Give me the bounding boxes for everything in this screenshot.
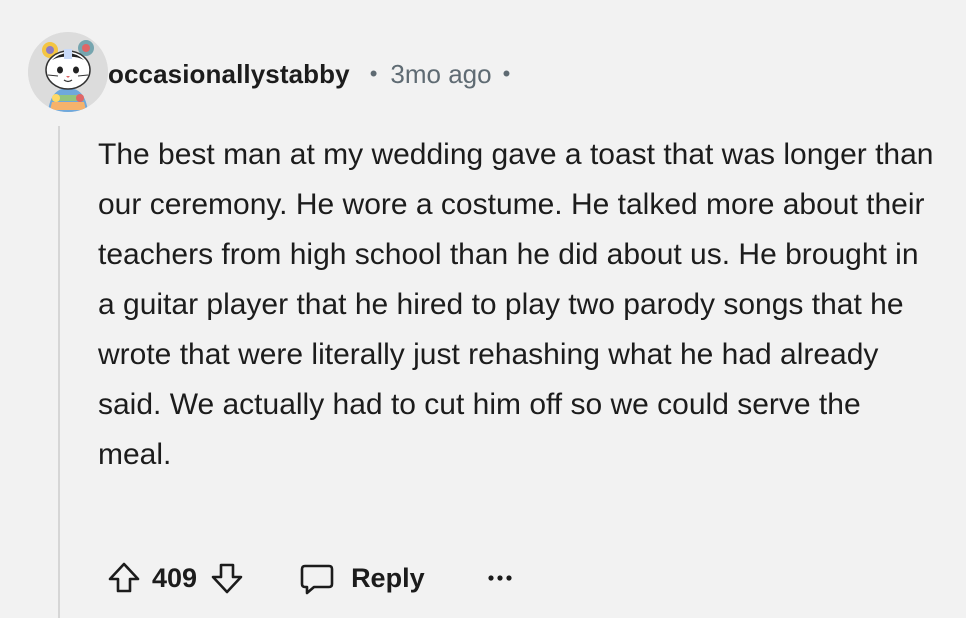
upvote-button[interactable] — [104, 558, 144, 598]
more-options-icon — [487, 575, 512, 581]
more-options-button[interactable] — [485, 568, 515, 588]
avatar[interactable] — [28, 32, 108, 112]
comment: occasionallystabby • 3mo ago • The best … — [0, 0, 966, 618]
downvote-button[interactable] — [207, 558, 247, 598]
vote-score: 409 — [152, 562, 198, 593]
comment-body: The best man at my wedding gave a toast … — [98, 138, 934, 471]
meta-separator: • — [369, 61, 378, 86]
username[interactable]: occasionallystabby — [108, 59, 350, 90]
speech-bubble-icon — [300, 564, 334, 595]
reply-label: Reply — [351, 562, 425, 593]
upvote-arrow-icon — [108, 562, 140, 593]
comment-header: occasionallystabby • 3mo ago • — [108, 56, 510, 92]
cat-avatar-icon — [28, 32, 108, 112]
meta-separator-trailing: • — [502, 61, 511, 86]
downvote-arrow-icon — [211, 563, 243, 594]
reply-button[interactable]: Reply — [297, 558, 425, 598]
timestamp[interactable]: 3mo ago — [390, 59, 491, 90]
comment-actions: 409 Reply — [104, 554, 515, 602]
thread-line[interactable] — [58, 126, 60, 618]
